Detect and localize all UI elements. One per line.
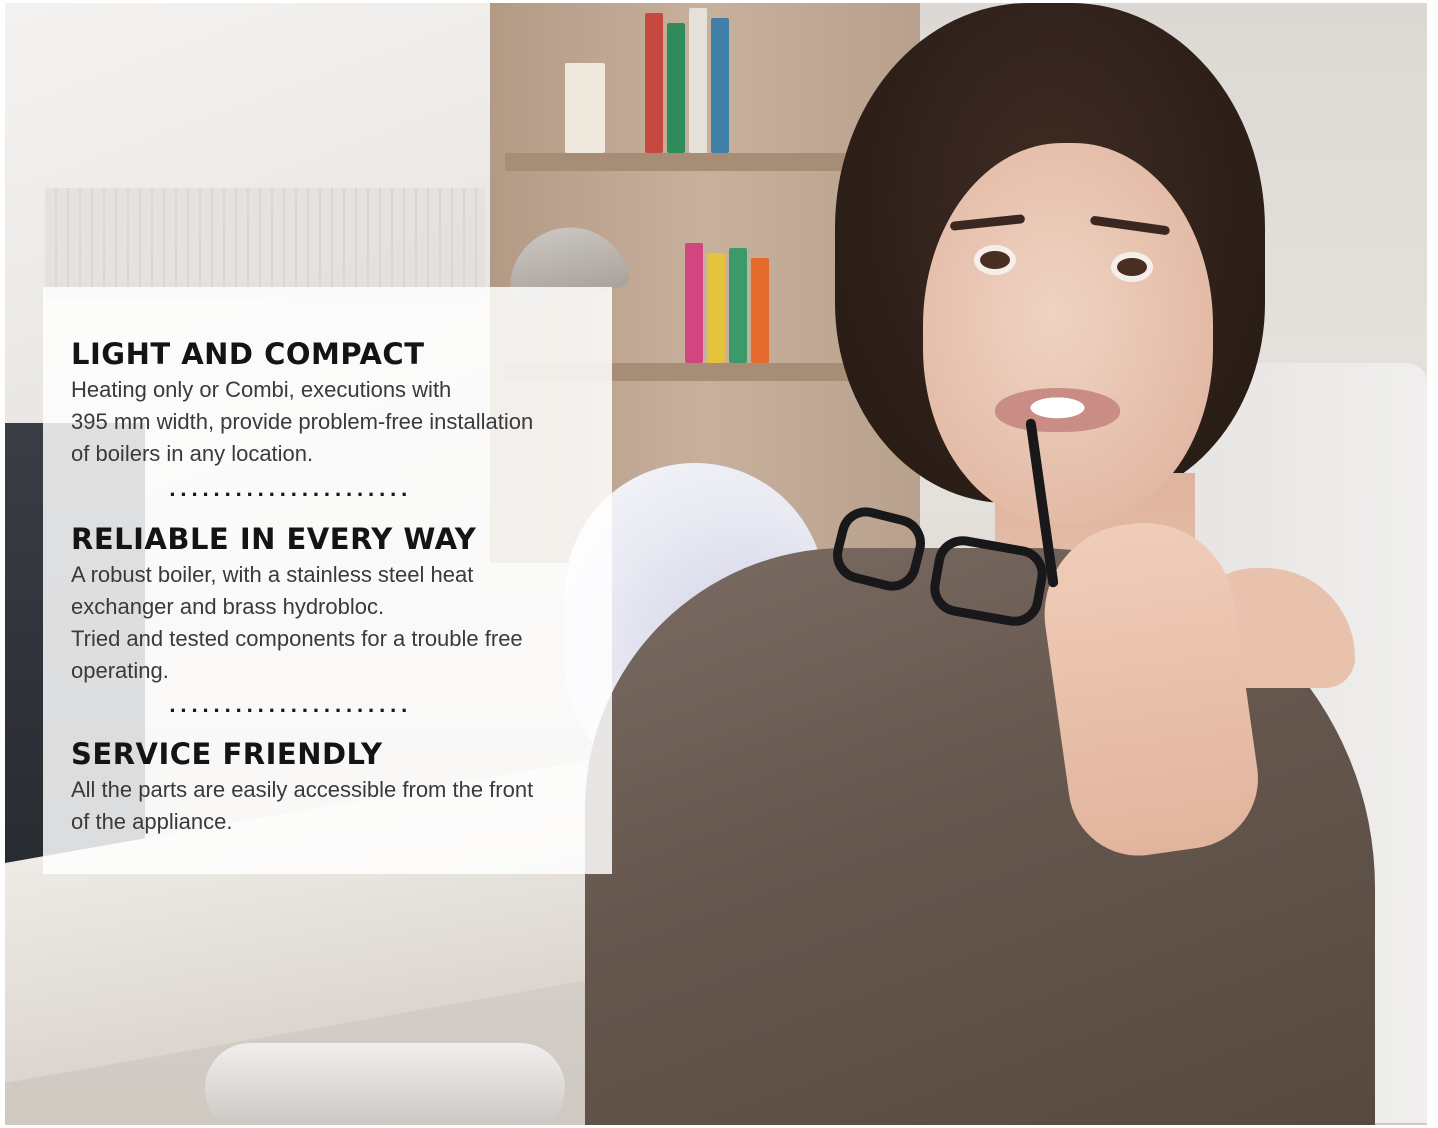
eye [1117,258,1147,276]
section-title-service-friendly: SERVICE FRIENDLY [71,737,383,771]
body-line: exchanger and brass hydrobloc. [71,594,385,619]
book [667,23,685,153]
book [689,8,707,153]
book [645,13,663,153]
chair-armrest [205,1043,565,1125]
body-line: Heating only or Combi, executions with [71,377,452,402]
book [751,258,769,363]
body-line: 395 mm width, provide problem-free insta… [71,409,534,434]
body-line: of boilers in any location. [71,441,314,466]
section-title-reliable: RELIABLE IN EVERY WAY [71,522,477,556]
smile [995,388,1120,432]
dotted-divider: ...................... [169,480,412,501]
eyeglasses [827,418,1062,631]
body-line: All the parts are easily accessible from… [71,777,534,802]
features-panel: LIGHT AND COMPACT Heating only or Combi,… [43,287,612,874]
body-line: A robust boiler, with a stainless steel … [71,562,474,587]
book [707,253,725,363]
body-line: operating. [71,658,169,683]
body-line: of the appliance. [71,809,233,834]
book [565,63,605,153]
glasses-lens [827,501,931,597]
book [729,248,747,363]
woman-face [923,143,1213,523]
glasses-lens [925,531,1052,631]
section-body-service-friendly: All the parts are easily accessible from… [71,774,591,838]
book [685,243,703,363]
section-title-light-compact: LIGHT AND COMPACT [71,337,425,371]
radiator [45,188,485,298]
eye [980,251,1010,269]
section-body-reliable: A robust boiler, with a stainless steel … [71,559,591,687]
section-body-light-compact: Heating only or Combi, executions with 3… [71,374,591,470]
book [711,18,729,153]
boiler-feature-page: LIGHT AND COMPACT Heating only or Combi,… [0,0,1438,1128]
dotted-divider: ...................... [169,696,412,717]
body-line: Tried and tested components for a troubl… [71,626,523,651]
